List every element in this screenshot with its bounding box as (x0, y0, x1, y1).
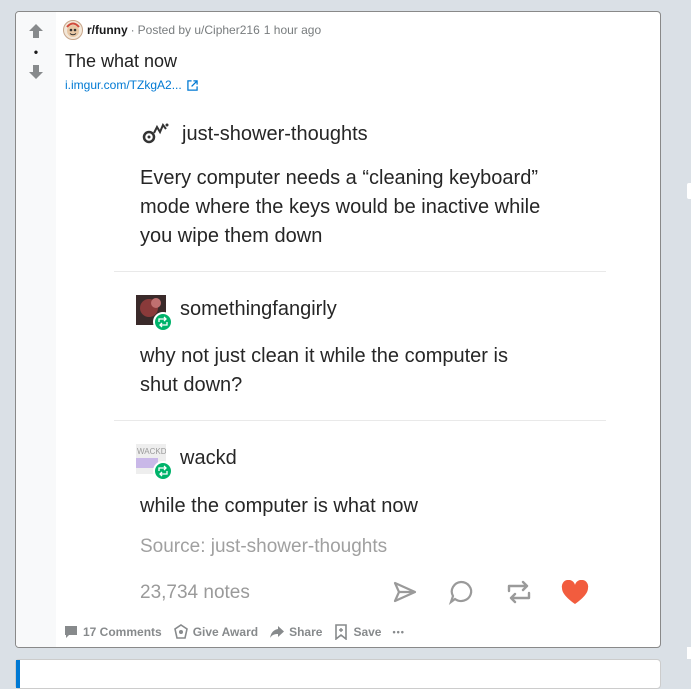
post-link[interactable]: i.imgur.com/TZkgA2... (65, 78, 182, 92)
more-options-button[interactable]: ••• (392, 627, 404, 637)
post-time: 1 hour ago (263, 23, 322, 37)
right-panel-edge (687, 647, 691, 659)
reblog-icon (507, 580, 531, 604)
share-arrow-icon (270, 626, 285, 638)
comment-icon (65, 626, 77, 638)
post-content: r/funny · Posted by u/Cipher216 1 hour a… (63, 12, 660, 647)
award-icon (173, 624, 188, 639)
reply-action (448, 579, 474, 605)
reblog1-line: shut down? (140, 374, 243, 396)
post-divider (114, 271, 606, 272)
arrow-up-icon (29, 24, 43, 38)
share-button[interactable]: Share (269, 624, 322, 640)
external-link-icon[interactable] (186, 79, 198, 91)
share-action (392, 579, 418, 605)
reblog-icon (153, 312, 173, 332)
op-line: you wipe them down (140, 225, 323, 247)
vote-column: • (16, 12, 56, 647)
op-line: mode where the keys would be inactive wh… (140, 196, 541, 218)
posted-by[interactable]: Posted by u/Cipher216 (138, 23, 260, 37)
give-award-button[interactable]: Give Award (173, 624, 258, 640)
give-award-label: Give Award (192, 625, 259, 639)
post-divider (114, 420, 606, 421)
reblog2-author-row: WACKD wackd (136, 444, 237, 481)
heart-icon (561, 580, 589, 604)
reblog2-text: while the computer is what now (140, 492, 620, 521)
more-options-icon: ••• (392, 627, 405, 637)
reblog1-line: why not just clean it while the computer… (140, 345, 508, 367)
op-text: Every computer needs a “cleaning keyboar… (140, 164, 620, 251)
next-post-accent-bar (16, 660, 20, 688)
op-author: just-shower-thoughts (182, 122, 368, 145)
post-meta: r/funny · Posted by u/Cipher216 1 hour a… (63, 20, 321, 40)
reblog1-avatar (136, 295, 173, 332)
post-title[interactable]: The what now (65, 51, 177, 72)
reblog2-author: wackd (180, 446, 237, 469)
send-icon (393, 581, 417, 603)
post-link-row: i.imgur.com/TZkgA2... (65, 78, 198, 92)
op-line: Every computer needs a “cleaning keyboar… (140, 167, 538, 189)
reblog1-text: why not just clean it while the computer… (140, 342, 620, 400)
reblog1-author: somethingfangirly (180, 297, 337, 320)
like-action (561, 579, 589, 607)
chat-bubble-icon (448, 580, 473, 605)
reblog2-avatar: WACKD (136, 444, 173, 481)
op-avatar-icon (142, 123, 169, 144)
subreddit-icon[interactable] (63, 20, 83, 40)
save-button[interactable]: Save (333, 624, 381, 640)
post-card[interactable]: • r/funny · Posted by u/Cipher216 1 hour… (15, 11, 661, 648)
comments-button[interactable]: 17 Comments (63, 624, 162, 640)
save-label: Save (353, 625, 382, 639)
next-post-card[interactable] (15, 659, 661, 689)
source-line: Source: just-shower-thoughts (140, 536, 388, 557)
subreddit-link[interactable]: r/funny (87, 23, 128, 37)
reblog1-author-row: somethingfangirly (136, 295, 337, 332)
bookmark-icon (335, 624, 348, 640)
reblog2-line: while the computer is what now (140, 495, 418, 517)
right-panel-edge (687, 183, 691, 199)
vote-count: • (33, 45, 39, 59)
op-author-row: just-shower-thoughts (140, 121, 368, 147)
meta-separator: · (130, 23, 135, 37)
downvote-button[interactable] (26, 62, 46, 82)
comments-count: 17 Comments (83, 625, 162, 639)
notes-count: 23,734 notes (140, 582, 250, 603)
reblog-icon (153, 461, 173, 481)
share-label: Share (289, 625, 323, 639)
reblog2-avatar-text: WACKD (137, 447, 166, 456)
reblog-action (505, 579, 533, 605)
post-image[interactable]: just-shower-thoughts Every computer need… (63, 107, 659, 618)
post-footer: 17 Comments Give Award Share Save ••• (63, 621, 416, 643)
arrow-down-icon (29, 65, 43, 79)
upvote-button[interactable] (26, 21, 46, 41)
